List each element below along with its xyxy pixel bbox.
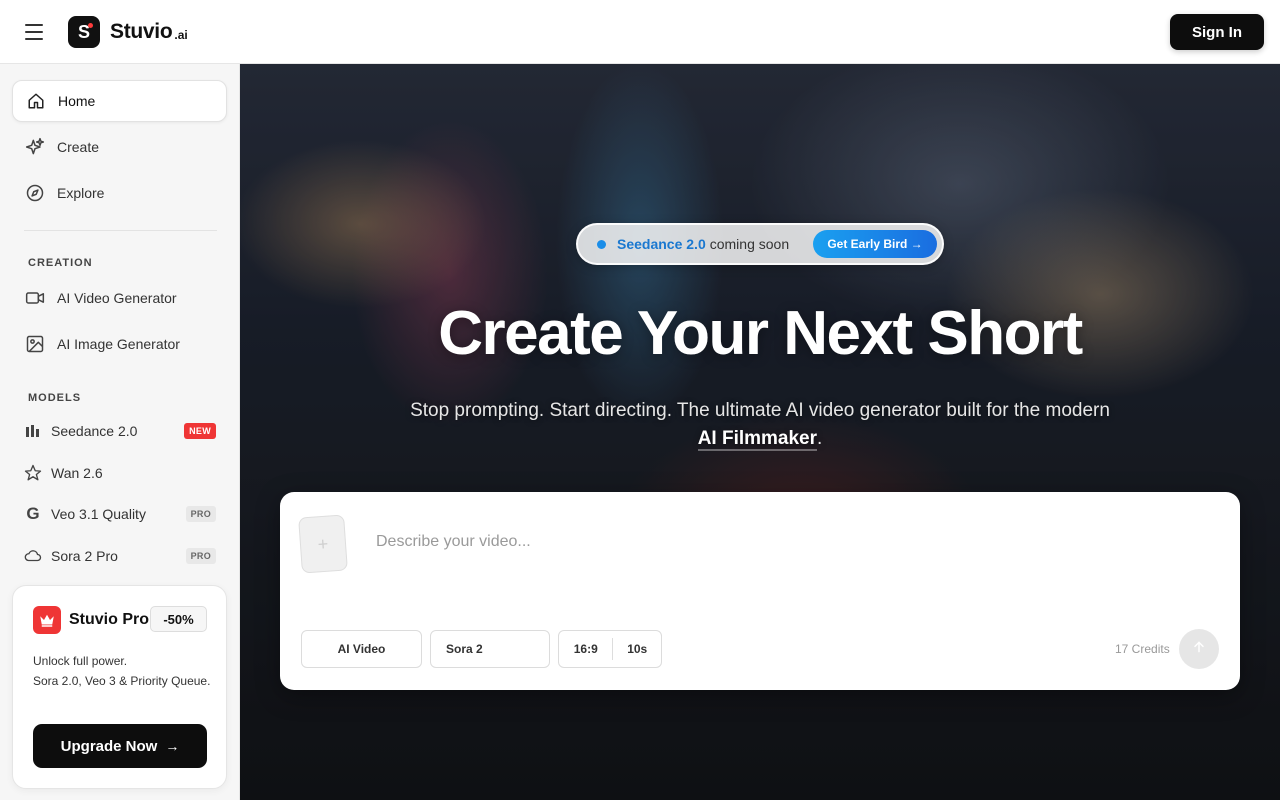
bars-icon — [24, 422, 42, 440]
promo-title: Stuvio Pro — [69, 611, 150, 628]
home-icon — [26, 91, 46, 111]
credits-counter: 17 Credits — [1115, 642, 1170, 656]
upgrade-now-button[interactable]: Upgrade Now → — [33, 724, 207, 768]
model-item-sora[interactable]: Sora 2 Pro PRO — [24, 541, 216, 571]
sidebar-item-ai-image-generator[interactable]: AI Image Generator — [12, 323, 227, 365]
subtitle-end: . — [817, 428, 823, 449]
model-label: Veo 3.1 Quality — [51, 506, 146, 522]
star-icon — [24, 464, 42, 482]
submit-button[interactable] — [1179, 629, 1219, 669]
get-early-bird-button[interactable]: Get Early Bird → — [813, 230, 937, 258]
sidebar-item-label: Home — [58, 93, 96, 109]
model-label: Seedance 2.0 — [51, 423, 138, 439]
pro-badge: PRO — [185, 548, 216, 564]
promo-description: Unlock full power. Sora 2.0, Veo 3 & Pri… — [33, 651, 213, 691]
plus-icon: + — [317, 533, 329, 554]
sidebar-item-explore[interactable]: Explore — [12, 172, 227, 214]
google-icon: G — [26, 504, 40, 523]
brand-name: Stuvio — [110, 20, 173, 43]
compass-icon — [25, 183, 45, 203]
crown-icon — [33, 606, 61, 634]
video-camera-icon — [25, 288, 45, 308]
section-title-models: MODELS — [28, 392, 82, 404]
promo-desc-line: Unlock full power. — [33, 654, 128, 668]
status-dot-icon — [597, 239, 606, 249]
hamburger-menu-icon[interactable] — [22, 22, 46, 42]
image-icon — [25, 334, 45, 354]
hero-section: Seedance 2.0 coming soon Get Early Bird … — [240, 64, 1280, 800]
announcement-text: coming soon — [709, 236, 790, 252]
sidebar-item-ai-video-generator[interactable]: AI Video Generator — [12, 277, 227, 319]
sparkle-icon — [25, 137, 45, 157]
promo-header: Stuvio Pro — [33, 606, 149, 634]
hero-title: Create Your Next Short — [438, 299, 1083, 368]
model-item-wan[interactable]: Wan 2.6 — [24, 458, 216, 488]
model-select[interactable]: Sora 2 — [430, 630, 550, 668]
subtitle-text: Stop prompting. Start directing. The ult… — [410, 400, 1110, 421]
prompt-input[interactable] — [376, 530, 1196, 554]
duration-select[interactable]: 10s — [613, 642, 661, 656]
sidebar-divider — [24, 230, 217, 231]
aspect-ratio-select[interactable]: 16:9 — [559, 642, 612, 656]
new-badge: NEW — [184, 423, 216, 439]
section-title-creation: CREATION — [28, 257, 93, 269]
model-label: Wan 2.6 — [51, 465, 103, 481]
upgrade-label: Upgrade Now — [60, 737, 158, 755]
top-bar: S Stuvio .ai Sign In — [0, 0, 1280, 64]
sidebar-item-home[interactable]: Home — [12, 80, 227, 122]
promo-desc-line: Sora 2.0, Veo 3 & Priority Queue. — [33, 674, 211, 688]
cloud-icon — [24, 547, 42, 565]
attach-image-button[interactable]: + — [298, 514, 348, 574]
sidebar-item-label: Explore — [57, 185, 105, 201]
model-item-veo[interactable]: G Veo 3.1 Quality PRO — [24, 499, 216, 529]
sidebar-item-label: AI Video Generator — [57, 290, 177, 306]
pro-badge: PRO — [185, 506, 216, 522]
logo-mark-icon: S — [68, 16, 100, 48]
model-item-seedance[interactable]: Seedance 2.0 NEW — [24, 416, 216, 446]
sidebar-item-label: Create — [57, 139, 100, 155]
announcement-model: Seedance 2.0 — [617, 236, 706, 252]
brand-logo[interactable]: S Stuvio .ai — [68, 16, 188, 48]
discount-badge: -50% — [150, 606, 207, 632]
hero-subtitle: Stop prompting. Start directing. The ult… — [410, 397, 1110, 453]
arrow-right-icon: → — [165, 738, 180, 754]
subtitle-highlight: AI Filmmaker — [697, 428, 818, 451]
model-label: Sora 2 Pro — [51, 548, 118, 564]
ratio-duration-group: 16:9 10s — [558, 630, 662, 668]
arrow-up-icon — [1191, 639, 1207, 660]
sidebar: Home Create Explore CREATION AI Video Ge… — [0, 64, 240, 800]
sidebar-item-create[interactable]: Create — [12, 126, 227, 168]
brand-suffix: .ai — [174, 28, 188, 42]
generation-type-select[interactable]: AI Video — [301, 630, 422, 668]
sign-in-button[interactable]: Sign In — [1170, 14, 1264, 50]
sidebar-item-label: AI Image Generator — [57, 336, 180, 352]
prompt-box: + AI Video Sora 2 16:9 10s 17 Credits — [280, 492, 1240, 690]
announcement-pill: Seedance 2.0 coming soon Get Early Bird … — [576, 223, 944, 265]
pro-promo-card: Stuvio Pro -50% Unlock full power. Sora … — [12, 585, 227, 789]
